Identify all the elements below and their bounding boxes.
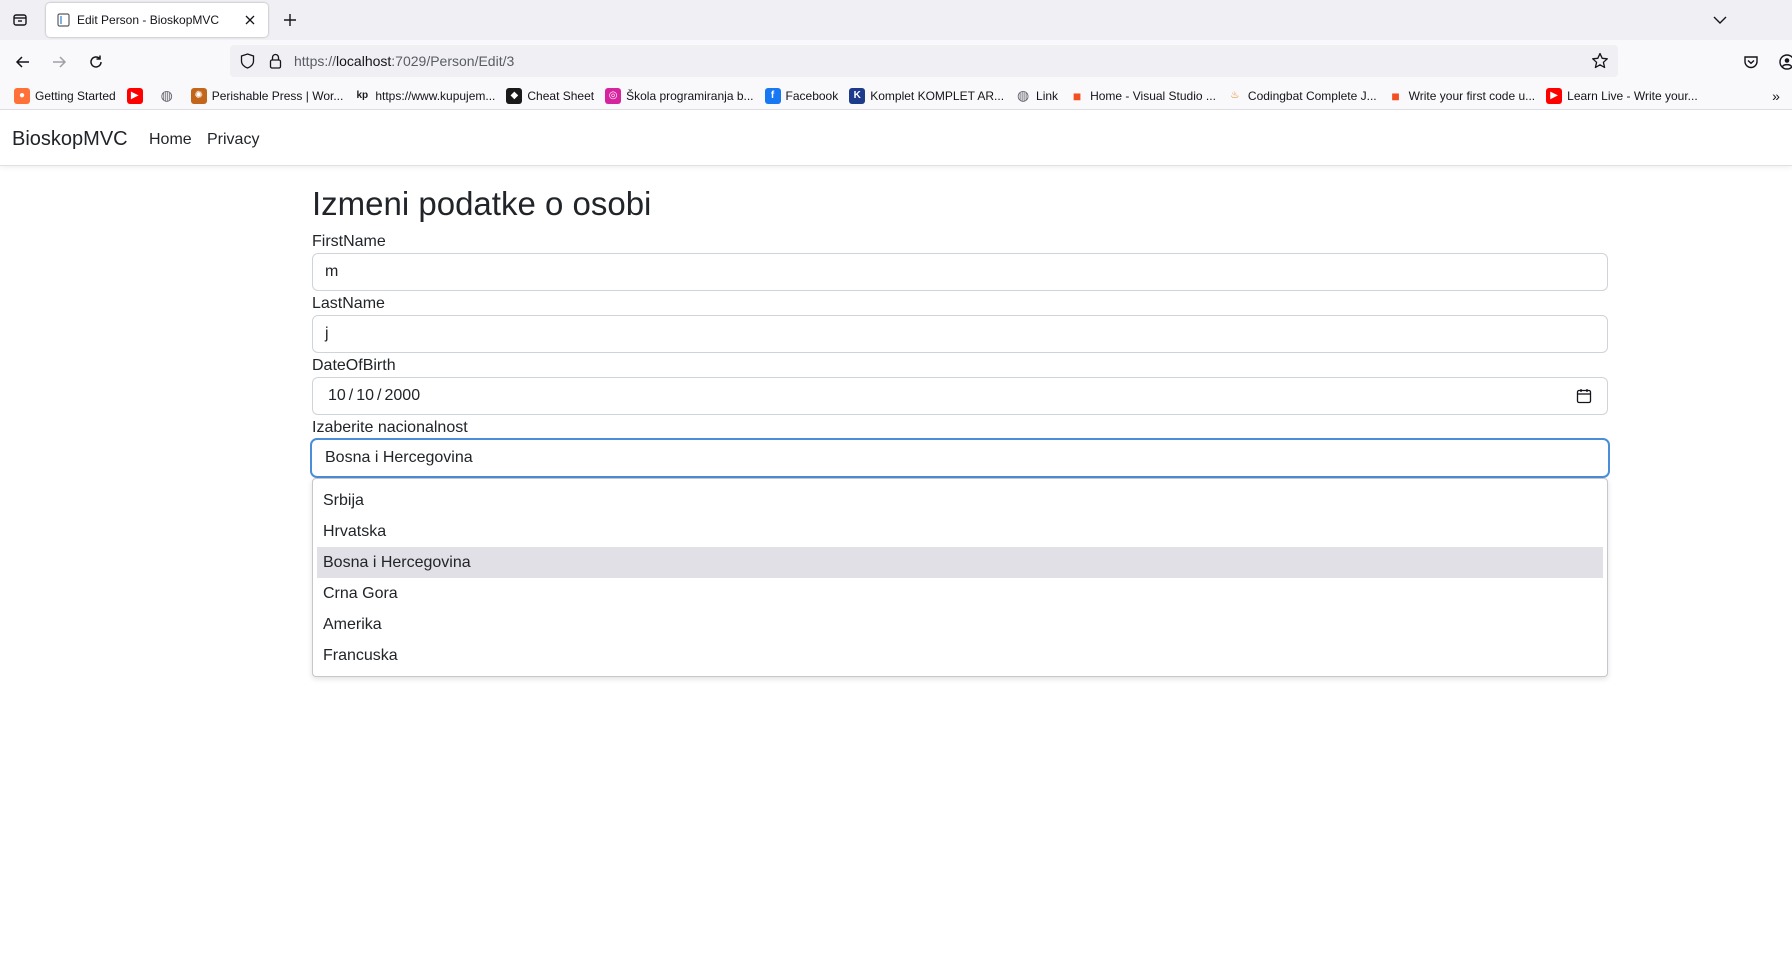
bookmark-item[interactable]: f Facebook xyxy=(761,85,843,107)
option-bosna-i-hercegovina[interactable]: Bosna i Hercegovina xyxy=(317,547,1603,578)
option-amerika[interactable]: Amerika xyxy=(317,609,1603,640)
option-hrvatska[interactable]: Hrvatska xyxy=(317,516,1603,547)
nationality-label: Izaberite nacionalnost xyxy=(312,419,468,436)
bookmark-label: Write your first code u... xyxy=(1408,88,1536,103)
page-title: Izmeni podatke o osobi xyxy=(312,185,652,222)
browser-toolbar: https://localhost:7029/Person/Edit/3 xyxy=(0,40,1792,82)
back-icon[interactable] xyxy=(10,49,36,75)
first-name-input[interactable]: m xyxy=(312,253,1608,291)
page-icon xyxy=(56,13,70,27)
facebook-icon: f xyxy=(764,87,781,104)
kp-icon: kp xyxy=(356,90,369,101)
pocket-icon[interactable] xyxy=(1740,51,1762,73)
tab-title: Edit Person - BioskopMVC xyxy=(77,13,220,27)
tab-bar: Edit Person - BioskopMVC xyxy=(0,0,1792,40)
bookmark-label: Perishable Press | Wor... xyxy=(211,88,344,103)
option-srbija[interactable]: Srbija xyxy=(317,485,1603,516)
microsoft-icon: ■ xyxy=(1072,87,1082,104)
nationality-select[interactable]: Bosna i Hercegovina xyxy=(310,438,1610,478)
bookmark-label: Facebook xyxy=(785,88,839,103)
nav-home-link[interactable]: Home xyxy=(149,131,192,149)
perishable-icon: ✺ xyxy=(190,87,207,104)
first-name-value: m xyxy=(325,263,339,280)
bookmark-label: Codingbat Complete J... xyxy=(1247,88,1377,103)
bookmark-label: Komplet KOMPLET AR... xyxy=(870,88,1005,103)
bookmark-item[interactable]: ▶ Learn Live - Write your... xyxy=(1542,85,1702,107)
option-francuska[interactable]: Francuska xyxy=(317,640,1603,671)
bookmark-item[interactable]: ■ Home - Visual Studio ... xyxy=(1065,85,1220,107)
dob-month[interactable]: 10 xyxy=(328,387,346,405)
globe-icon: ◍ xyxy=(1016,87,1030,103)
brand-link[interactable]: BioskopMVC xyxy=(12,128,128,151)
youtube-icon: ▶ xyxy=(126,87,143,104)
url-host: localhost xyxy=(336,53,392,69)
bookmark-star-icon[interactable] xyxy=(1590,51,1610,71)
bookmark-label: Škola programiranja b... xyxy=(626,88,754,103)
calendar-icon[interactable] xyxy=(1575,387,1593,405)
java-icon: ♨ xyxy=(1230,90,1240,101)
bookmark-item[interactable]: ◆ Cheat Sheet xyxy=(502,85,598,107)
bookmark-label: https://www.kupujem... xyxy=(375,88,496,103)
bookmark-label: Link xyxy=(1036,88,1059,103)
dob-day[interactable]: 10 xyxy=(356,387,374,405)
active-tab[interactable]: Edit Person - BioskopMVC xyxy=(46,3,268,37)
bookmarks-overflow-icon[interactable]: » xyxy=(1766,86,1786,106)
bookmark-label: Cheat Sheet xyxy=(527,88,595,103)
dob-sep-2: / xyxy=(377,387,382,404)
dob-sep-1: / xyxy=(348,387,354,404)
forward-icon[interactable] xyxy=(46,49,72,75)
bookmark-item[interactable]: ◍ xyxy=(155,85,184,107)
bookmark-label: Home - Visual Studio ... xyxy=(1090,88,1216,103)
bookmark-item[interactable]: K Komplet KOMPLET AR... xyxy=(845,85,1008,107)
last-name-input[interactable]: j xyxy=(312,315,1608,353)
url-text[interactable]: https://localhost:7029/Person/Edit/3 xyxy=(294,53,514,69)
tab-list-icon[interactable] xyxy=(8,8,32,32)
site-navbar: BioskopMVC Home Privacy xyxy=(0,110,1792,166)
option-crna-gora[interactable]: Crna Gora xyxy=(317,578,1603,609)
bookmark-item[interactable]: kp https://www.kupujem... xyxy=(350,85,499,107)
shield-icon[interactable] xyxy=(238,52,256,70)
bookmark-item[interactable]: ◎ Škola programiranja b... xyxy=(601,85,757,107)
bookmark-item[interactable]: ♨ Codingbat Complete J... xyxy=(1223,85,1381,107)
komplet-icon: K xyxy=(849,87,866,104)
nationality-selected-value: Bosna i Hercegovina xyxy=(325,449,473,466)
bookmark-item[interactable]: ◍ Link xyxy=(1011,85,1062,107)
bookmark-item[interactable]: ■ Write your first code u... xyxy=(1384,85,1540,107)
dob-year[interactable]: 2000 xyxy=(385,387,421,405)
firefox-icon: ● xyxy=(14,87,30,104)
last-name-label: LastName xyxy=(312,295,385,312)
nationality-dropdown: Srbija Hrvatska Bosna i Hercegovina Crna… xyxy=(312,478,1608,677)
bookmark-label: Getting Started xyxy=(35,88,116,103)
chevron-down-icon[interactable] xyxy=(1708,8,1732,32)
bookmark-label: Learn Live - Write your... xyxy=(1567,88,1698,103)
last-name-value: j xyxy=(325,325,329,342)
globe-icon: ◍ xyxy=(160,87,173,103)
address-bar[interactable]: https://localhost:7029/Person/Edit/3 xyxy=(230,45,1618,77)
bookmarks-bar: ● Getting Started ▶ ◍ ✺ Perishable Press | Wo… xyxy=(0,82,1792,110)
nav-privacy-link[interactable]: Privacy xyxy=(207,131,259,149)
close-tab-icon[interactable] xyxy=(240,10,260,30)
lock-icon[interactable] xyxy=(266,52,284,70)
youtube-icon: ▶ xyxy=(1546,87,1563,104)
reload-icon[interactable] xyxy=(83,49,109,75)
cheatsheet-icon: ◆ xyxy=(506,87,523,104)
bookmark-item[interactable]: ● Getting Started xyxy=(10,85,120,107)
bookmark-item[interactable]: ✺ Perishable Press | Wor... xyxy=(187,85,348,107)
instagram-icon: ◎ xyxy=(605,87,622,104)
bookmark-item[interactable]: ▶ xyxy=(123,85,152,107)
first-name-label: FirstName xyxy=(312,233,386,250)
account-icon[interactable] xyxy=(1776,51,1792,73)
url-prefix: https:// xyxy=(294,53,337,69)
url-path: :7029/Person/Edit/3 xyxy=(391,53,515,69)
microsoft-icon: ■ xyxy=(1391,87,1400,104)
dob-label: DateOfBirth xyxy=(312,357,396,374)
dob-input[interactable]: 10 / 10 / 2000 xyxy=(312,377,1608,415)
new-tab-icon[interactable] xyxy=(278,8,302,32)
